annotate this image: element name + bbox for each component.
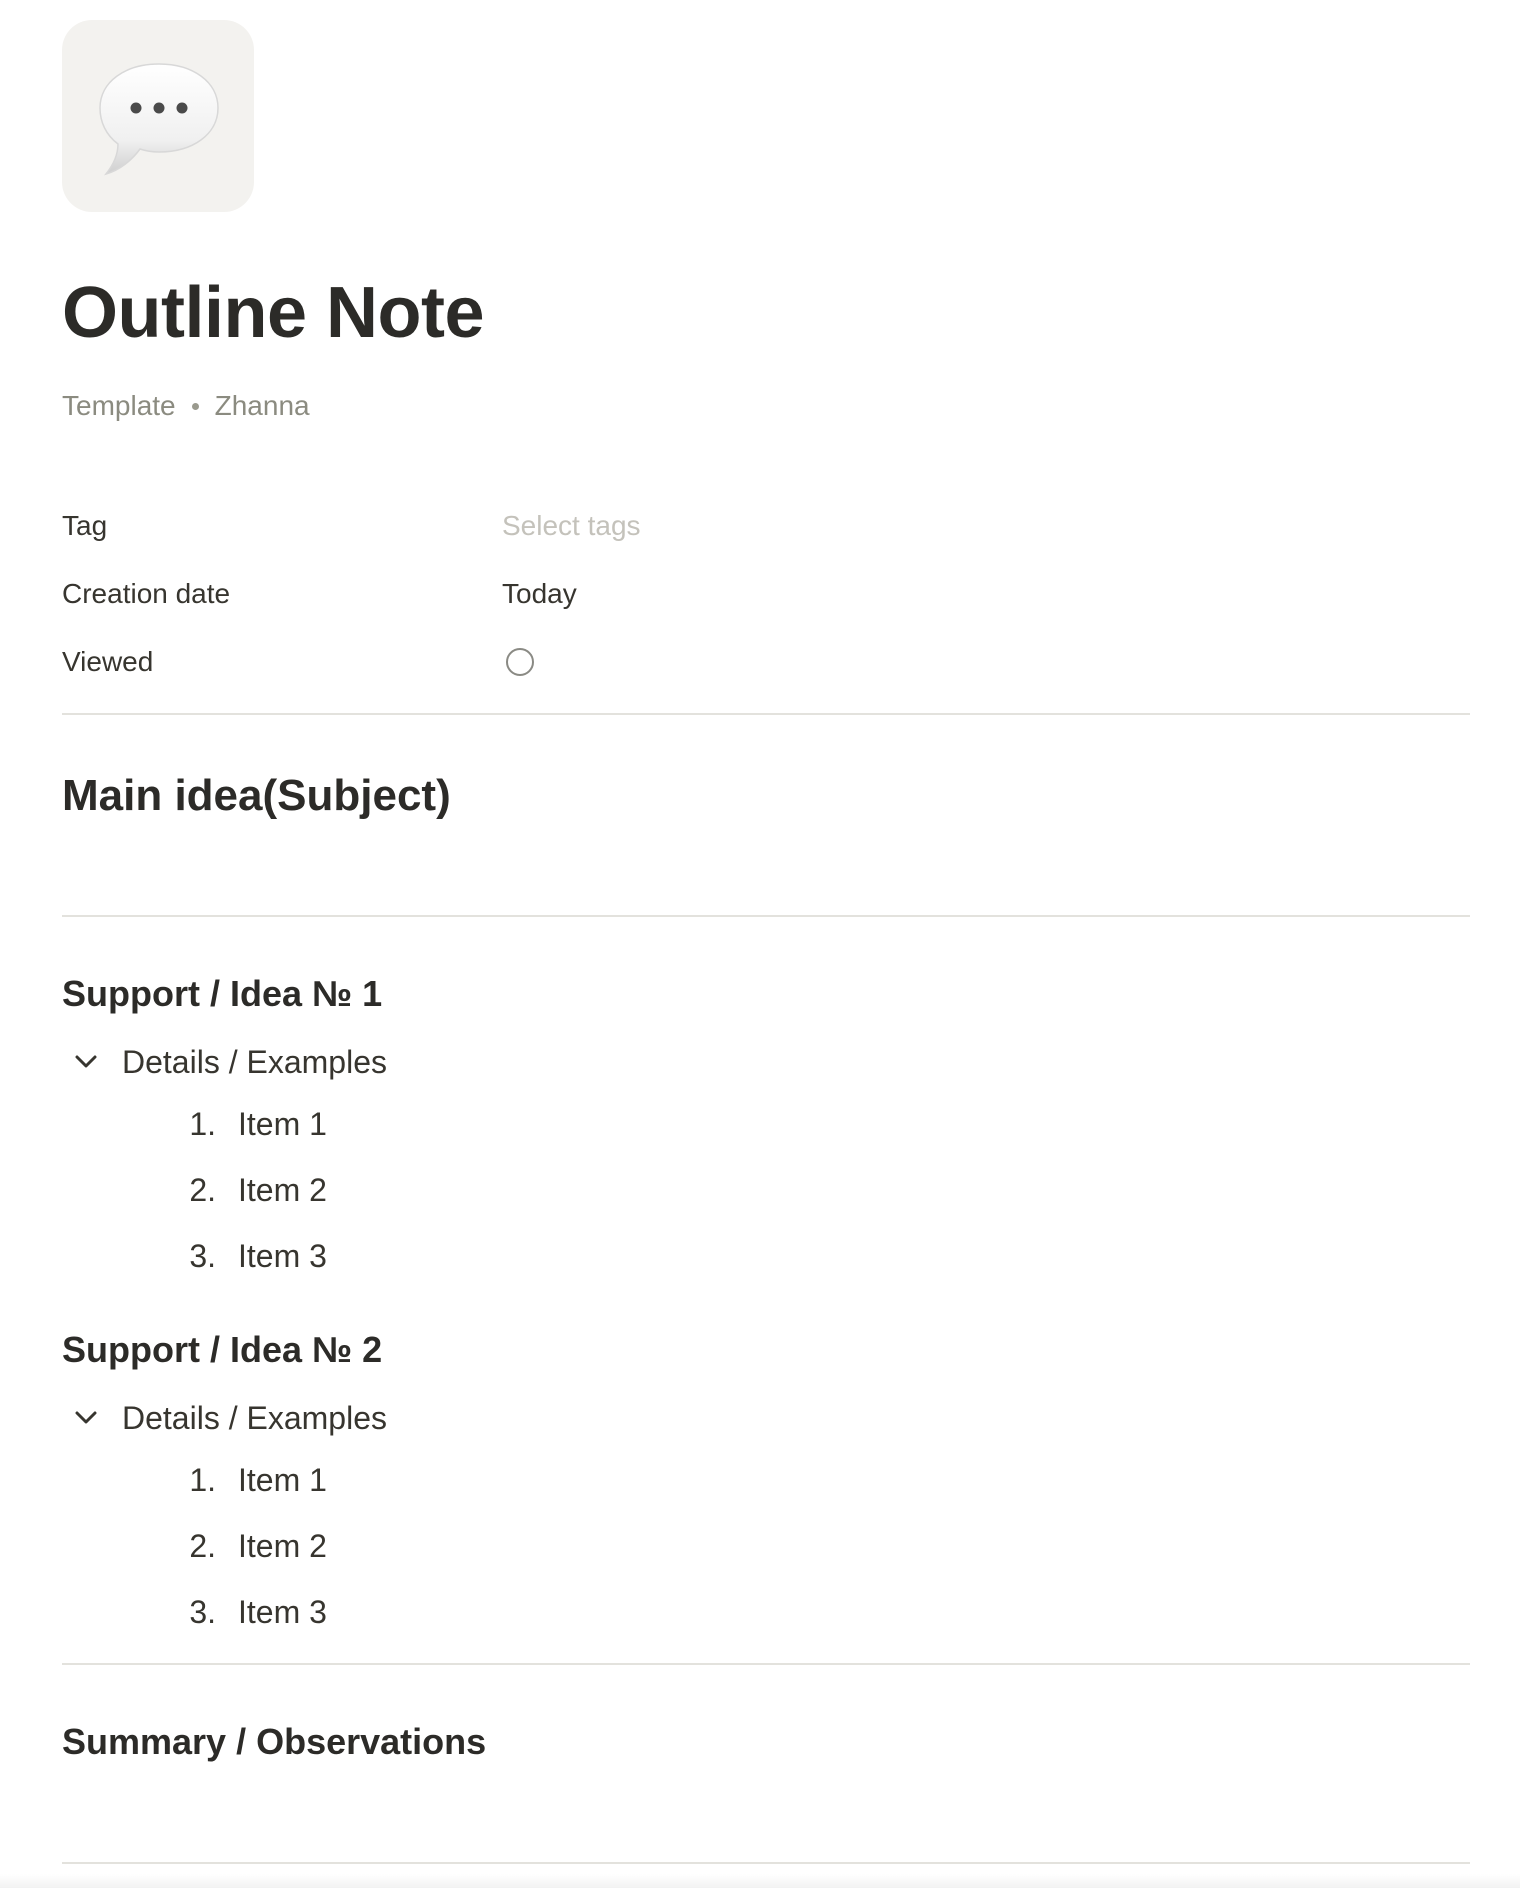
tag-select[interactable]: Select tags (502, 510, 641, 542)
property-label-viewed[interactable]: Viewed (62, 646, 502, 678)
list-item[interactable]: 1. Item 1 (166, 1099, 327, 1149)
property-viewed: Viewed (62, 634, 1470, 690)
list-item[interactable]: 2. Item 2 (166, 1165, 327, 1215)
template-label[interactable]: Template (62, 390, 176, 422)
divider (62, 1862, 1470, 1864)
main-idea-heading[interactable]: Main idea(Subject) (62, 768, 451, 824)
list-item[interactable]: 1. Item 1 (166, 1455, 327, 1505)
divider (62, 915, 1470, 917)
viewed-checkbox[interactable] (506, 648, 534, 676)
section-heading-2[interactable]: Support / Idea № 2 (62, 1326, 382, 1374)
list-item-text[interactable]: Item 2 (238, 1172, 327, 1209)
property-label-creation-date[interactable]: Creation date (62, 578, 502, 610)
list-item-text[interactable]: Item 1 (238, 1462, 327, 1499)
list-number: 3. (189, 1237, 216, 1274)
summary-heading[interactable]: Summary / Observations (62, 1718, 486, 1766)
property-creation-date: Creation date Today (62, 566, 1470, 622)
separator-dot (191, 402, 199, 410)
page-meta: Template Zhanna (62, 390, 310, 422)
author-name[interactable]: Zhanna (215, 390, 310, 422)
list-number: 1. (189, 1461, 216, 1498)
details-toggle-1[interactable]: Details / Examples (62, 1037, 387, 1087)
list-item-text[interactable]: Item 1 (238, 1106, 327, 1143)
list-item[interactable]: 3. Item 3 (166, 1231, 327, 1281)
list-number: 2. (189, 1527, 216, 1564)
toggle-label: Details / Examples (122, 1399, 387, 1436)
divider (62, 1663, 1470, 1665)
chevron-down-icon[interactable] (62, 1038, 110, 1086)
details-toggle-2[interactable]: Details / Examples (62, 1393, 387, 1443)
bottom-shadow (0, 1874, 1520, 1888)
speech-bubble-icon (99, 63, 219, 176)
list-item-text[interactable]: Item 3 (238, 1594, 327, 1631)
chevron-down-icon[interactable] (62, 1394, 110, 1442)
toggle-label: Details / Examples (122, 1043, 387, 1080)
list-number: 1. (189, 1105, 216, 1142)
list-item[interactable]: 2. Item 2 (166, 1521, 327, 1571)
list-number: 2. (189, 1171, 216, 1208)
creation-date-value[interactable]: Today (502, 578, 577, 610)
page-title[interactable]: Outline Note (62, 268, 485, 358)
section-heading-1[interactable]: Support / Idea № 1 (62, 970, 382, 1018)
divider (62, 713, 1470, 715)
list-item[interactable]: 3. Item 3 (166, 1587, 327, 1637)
property-tag: Tag Select tags (62, 498, 1470, 554)
list-number: 3. (189, 1593, 216, 1630)
page-icon[interactable] (62, 20, 254, 212)
list-item-text[interactable]: Item 3 (238, 1238, 327, 1275)
property-label-tag[interactable]: Tag (62, 510, 502, 542)
list-item-text[interactable]: Item 2 (238, 1528, 327, 1565)
